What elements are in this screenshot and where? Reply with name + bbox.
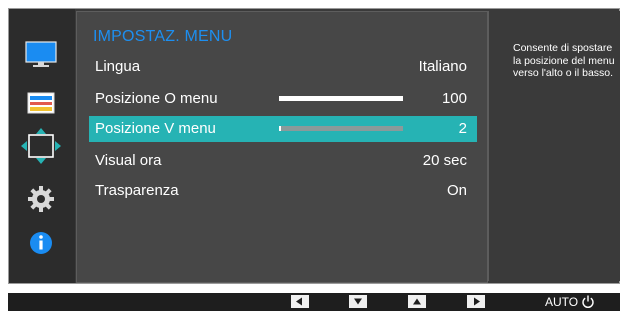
monitor-icon[interactable] — [23, 37, 59, 73]
row-value: On — [446, 182, 467, 199]
right-arrow-button-icon[interactable] — [467, 295, 485, 308]
progress-bar[interactable] — [279, 126, 403, 131]
row-value: Italiano — [418, 58, 467, 75]
row-label: Posizione V menu — [95, 120, 216, 137]
sidebar — [9, 9, 75, 283]
power-icon[interactable] — [581, 294, 595, 314]
menu-row-lingua[interactable]: Lingua Italiano — [89, 54, 477, 80]
help-panel: Consente di spostare la posizione del me… — [488, 11, 620, 281]
row-label: Visual ora — [95, 152, 162, 169]
row-label: Lingua — [95, 58, 141, 75]
menu-row-visual-ora[interactable]: Visual ora 20 sec — [89, 148, 477, 174]
osd-menu: IMPOSTAZ. MENU Lingua Italiano Posizione… — [8, 8, 620, 284]
row-value: 2 — [458, 120, 467, 137]
row-value: 100 — [441, 90, 467, 107]
down-arrow-button-icon[interactable] — [349, 295, 367, 308]
row-value: 20 sec — [422, 152, 467, 169]
color-bars-icon[interactable] — [23, 85, 59, 121]
menu-title: IMPOSTAZ. MENU — [93, 28, 233, 45]
menu-row-trasparenza[interactable]: Trasparenza On — [89, 178, 477, 204]
up-arrow-button-icon[interactable] — [408, 295, 426, 308]
main-panel: IMPOSTAZ. MENU Lingua Italiano Posizione… — [76, 11, 488, 283]
row-label: Trasparenza — [95, 182, 179, 199]
row-label: Posizione O menu — [95, 90, 218, 107]
progress-bar[interactable] — [279, 96, 403, 101]
auto-button[interactable]: AUTO — [545, 295, 578, 309]
menu-row-posizione-v[interactable]: Posizione V menu 2 — [89, 116, 477, 142]
progress-fill — [279, 126, 282, 131]
menu-row-posizione-o[interactable]: Posizione O menu 100 — [89, 86, 477, 112]
gear-icon[interactable] — [23, 181, 59, 217]
button-bar: AUTO — [8, 293, 620, 311]
help-text: Consente di spostare la posizione del me… — [513, 42, 615, 79]
info-icon[interactable] — [23, 225, 59, 261]
progress-fill — [279, 96, 403, 101]
position-arrows-icon[interactable] — [19, 127, 63, 164]
left-arrow-button-icon[interactable] — [291, 295, 309, 308]
